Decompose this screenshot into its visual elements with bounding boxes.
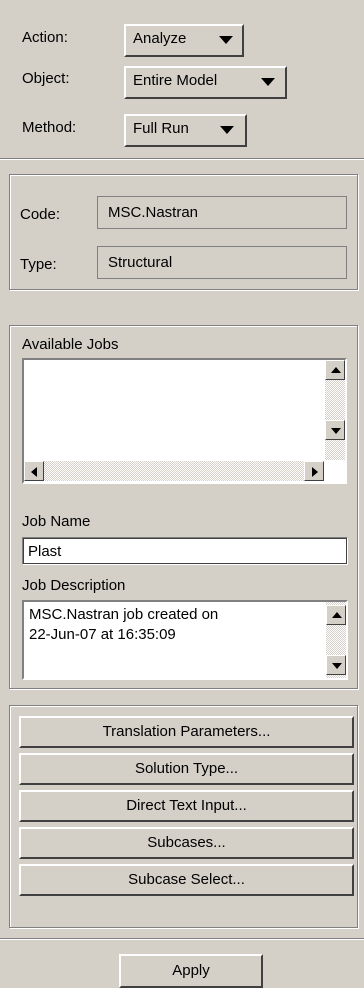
available-jobs-list[interactable]: [22, 358, 347, 484]
arrow-up-icon: [331, 367, 341, 373]
triangle-down-icon: [261, 78, 275, 86]
action-value: Analyze: [133, 30, 187, 47]
direct-text-input-button[interactable]: Direct Text Input...: [19, 790, 354, 822]
scroll-left-button[interactable]: [24, 461, 44, 481]
code-value: MSC.Nastran: [97, 196, 347, 229]
method-value: Full Run: [133, 120, 189, 137]
apply-button[interactable]: Apply: [119, 954, 263, 988]
object-label: Object:: [22, 70, 70, 87]
arrow-up-icon: [332, 612, 342, 618]
subcases-button[interactable]: Subcases...: [19, 827, 354, 859]
horizontal-scrollbar[interactable]: [24, 461, 324, 481]
type-value: Structural: [97, 246, 347, 279]
job-description-textarea[interactable]: MSC.Nastran job created on 22-Jun-07 at …: [22, 600, 348, 680]
action-option-menu[interactable]: Analyze: [124, 24, 244, 57]
type-label: Type:: [20, 256, 57, 273]
arrow-down-icon: [332, 663, 342, 669]
arrow-right-icon: [312, 467, 318, 477]
translation-parameters-button[interactable]: Translation Parameters...: [19, 716, 354, 748]
available-jobs-label: Available Jobs: [22, 336, 119, 353]
method-label: Method:: [22, 119, 77, 136]
object-value: Entire Model: [133, 72, 218, 89]
triangle-down-icon: [219, 36, 233, 44]
subcase-select-button[interactable]: Subcase Select...: [19, 864, 354, 896]
job-description-text: MSC.Nastran job created on 22-Jun-07 at …: [29, 606, 219, 643]
scroll-up-button[interactable]: [326, 605, 346, 625]
job-description-label: Job Description: [22, 577, 126, 594]
arrow-left-icon: [31, 467, 37, 477]
arrow-down-icon: [331, 428, 341, 434]
scroll-down-button[interactable]: [325, 420, 345, 440]
job-name-input[interactable]: [22, 537, 348, 565]
scroll-right-button[interactable]: [304, 461, 324, 481]
code-label: Code:: [20, 206, 61, 223]
method-option-menu[interactable]: Full Run: [124, 114, 247, 147]
scroll-down-button[interactable]: [326, 655, 346, 675]
separator: [0, 938, 364, 940]
separator: [0, 158, 364, 160]
action-label: Action:: [22, 29, 68, 46]
object-option-menu[interactable]: Entire Model: [124, 66, 287, 99]
solution-type-button[interactable]: Solution Type...: [19, 753, 354, 785]
scroll-up-button[interactable]: [325, 360, 345, 380]
triangle-down-icon: [220, 126, 234, 134]
job-name-label: Job Name: [22, 513, 91, 530]
